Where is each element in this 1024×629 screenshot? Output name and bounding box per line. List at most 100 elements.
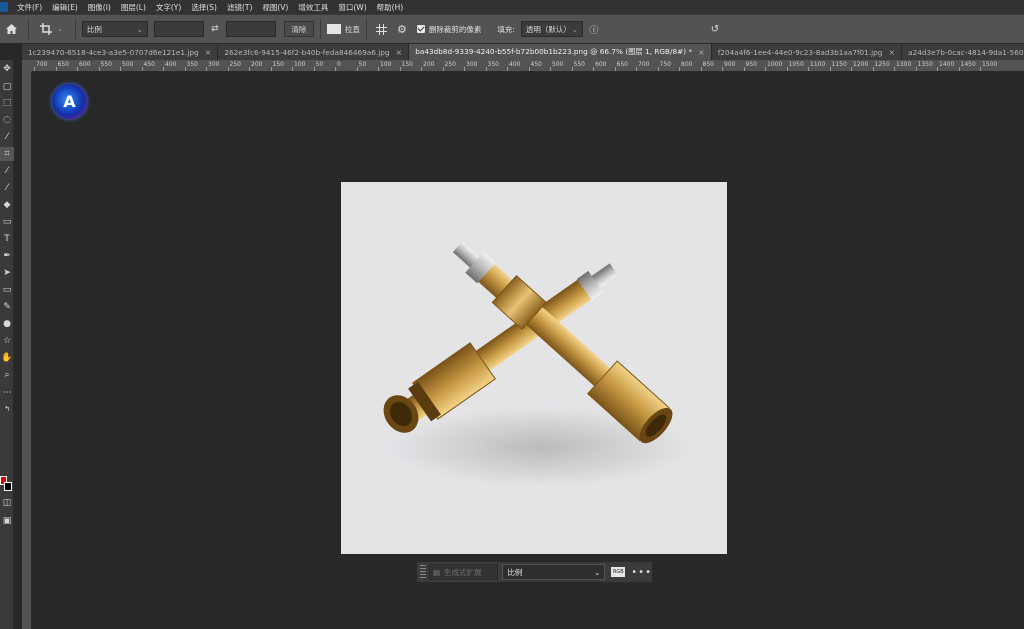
ruler-label: 300 [466, 61, 478, 68]
menu-layer[interactable]: 图层(L) [116, 2, 151, 13]
menu-help[interactable]: 帮助(H) [372, 2, 409, 13]
horizontal-ruler[interactable]: 700 650 600 550 500 450 400 350 300 250 200 150 100 5… [32, 60, 1024, 72]
crop-tool-icon[interactable] [35, 23, 57, 35]
screen-mode-icon[interactable]: ▣ [0, 514, 14, 528]
close-icon[interactable]: × [698, 48, 705, 57]
type-tool-icon[interactable]: T [0, 232, 14, 246]
tab-label: 1c239470-6518-4ce3-a3e5-0707d6e121e1.jpg [28, 47, 199, 57]
ruler-label: 700 [638, 61, 650, 68]
ruler-label: 950 [745, 61, 757, 68]
menu-window[interactable]: 窗口(W) [333, 2, 371, 13]
menu-type[interactable]: 文字(Y) [151, 2, 186, 13]
swap-icon[interactable]: ⇄ [204, 24, 226, 34]
document-tab-active[interactable]: ba43db8d-9339-4240-b55f-b72b00b1b223.png… [409, 44, 712, 60]
chevron-down-icon[interactable]: ⌄ [57, 25, 63, 33]
reset-icon[interactable]: ↺ [705, 24, 725, 35]
ruler-tick [77, 67, 78, 71]
menu-view[interactable]: 视图(V) [257, 2, 293, 13]
ruler-label: 600 [79, 61, 91, 68]
fill-dropdown[interactable]: 透明（默认） ⌄ [520, 21, 583, 37]
ruler-tick [270, 67, 272, 71]
close-icon[interactable]: × [205, 48, 212, 57]
ratio-dropdown[interactable]: 比例 ⌄ [81, 21, 148, 37]
delete-cropped-checkbox[interactable] [416, 25, 425, 33]
gear-icon[interactable]: ⚙ [391, 23, 413, 36]
pen-tool-icon[interactable]: ✒ [0, 249, 14, 263]
swap-colors-icon[interactable]: ↰ [0, 402, 14, 416]
chevron-down-icon: ⌄ [571, 24, 578, 34]
height-field[interactable] [225, 21, 276, 37]
lasso-tool-icon[interactable]: ◌ [0, 113, 14, 127]
menu-filter[interactable]: 滤镜(T) [222, 2, 257, 13]
ratio-dropdown[interactable]: 比例 ⌄ [502, 564, 606, 580]
ruler-tick [356, 67, 358, 71]
ruler-tick [679, 67, 680, 71]
quick-mask-icon[interactable]: ◫ [0, 496, 14, 510]
move-tool-icon[interactable]: ✥ [0, 62, 14, 76]
ruler-label: 50 [358, 61, 367, 68]
hand-tool-icon[interactable]: ✋ [0, 351, 14, 365]
menu-image[interactable]: 图像(I) [83, 2, 116, 13]
zoom-tool-icon[interactable]: ⌕ [0, 368, 14, 382]
eraser-tool-icon[interactable]: ◆ [0, 198, 14, 212]
object-selection-tool-icon[interactable]: ⁄ [0, 130, 14, 144]
menu-select[interactable]: 选择(S) [186, 2, 222, 13]
straighten-icon-text: RGB [612, 569, 624, 575]
delete-cropped-label[interactable]: 删除裁剪的像素 [429, 24, 482, 35]
menu-plugins[interactable]: 增效工具 [293, 2, 333, 13]
eyedropper-tool-icon[interactable]: ⁄ [0, 164, 14, 178]
grid-overlay-icon[interactable] [373, 23, 391, 35]
document-tab[interactable]: 262e3fc6-9415-46f2-b40b-feda846469a6.jpg… [218, 44, 410, 60]
straighten-label[interactable]: 拉直 [345, 24, 360, 35]
rectangle-tool-icon[interactable]: ▭ [0, 283, 14, 297]
drag-handle-icon[interactable] [420, 565, 426, 579]
ruler-label: 1000 [767, 61, 783, 68]
background-color-swatch[interactable] [4, 482, 12, 491]
ruler-corner[interactable] [22, 60, 32, 72]
close-icon[interactable]: × [396, 48, 403, 57]
blur-tool-icon[interactable]: ● [0, 317, 14, 331]
chevron-down-icon: ⌄ [594, 567, 601, 577]
ruler-label: 250 [229, 61, 241, 68]
width-field[interactable] [153, 21, 204, 37]
more-options-icon[interactable]: ••• [631, 567, 652, 578]
marquee-tool-icon[interactable]: ⬚ [0, 96, 14, 110]
generative-expand-button[interactable]: ▦ 生成式扩展 [428, 564, 499, 580]
ruler-label: 400 [165, 61, 177, 68]
more-tools-icon[interactable]: ⋯ [0, 386, 14, 400]
ruler-label: 750 [659, 61, 671, 68]
home-icon[interactable] [0, 24, 22, 34]
menu-edit[interactable]: 编辑(E) [47, 2, 83, 13]
fill-dropdown-value: 透明（默认） [525, 24, 571, 34]
ratio-dropdown-label: 比例 [86, 24, 102, 34]
divider [28, 19, 29, 39]
ruler-tick [485, 67, 487, 71]
straighten-icon[interactable]: RGB [611, 567, 626, 577]
ruler-label: 100 [294, 61, 306, 68]
ruler-tick [636, 67, 637, 71]
gradient-tool-icon[interactable]: ▭ [0, 215, 14, 229]
healing-brush-tool-icon[interactable]: ⁄ [0, 181, 14, 195]
dodge-tool-icon[interactable]: ☆ [0, 334, 14, 348]
brush-tool-icon[interactable]: ✎ [0, 300, 14, 314]
document-tab[interactable]: f204a4f6-1ee4-44e0-9c23-8ad3b1aa7f01.jpg… [711, 44, 903, 60]
ruler-label: 600 [595, 61, 607, 68]
ruler-tick [55, 67, 57, 71]
document-image[interactable] [341, 182, 727, 554]
straighten-icon[interactable] [326, 24, 341, 34]
ruler-label: 1050 [788, 61, 804, 68]
close-icon[interactable]: × [888, 48, 895, 57]
document-tab[interactable]: a24d3e7b-0cac-4814-9da1-560de3e9564d.jpg… [902, 44, 1024, 60]
ruler-label: 250 [444, 61, 456, 68]
ruler-label: 500 [552, 61, 564, 68]
artboard-tool-icon[interactable]: ▢ [0, 80, 14, 94]
info-icon[interactable]: ⓘ [583, 23, 605, 36]
document-tab[interactable]: 1c239470-6518-4ce3-a3e5-0707d6e121e1.jpg… [22, 44, 219, 60]
logo-badge: A [52, 84, 87, 119]
crop-tool-icon[interactable]: ⌗ [0, 147, 14, 161]
vertical-ruler[interactable] [22, 72, 32, 629]
ruler-tick [464, 67, 465, 71]
path-selection-tool-icon[interactable]: ➤ [0, 266, 14, 280]
clear-button[interactable]: 清除 [283, 21, 314, 37]
menu-file[interactable]: 文件(F) [12, 2, 47, 13]
